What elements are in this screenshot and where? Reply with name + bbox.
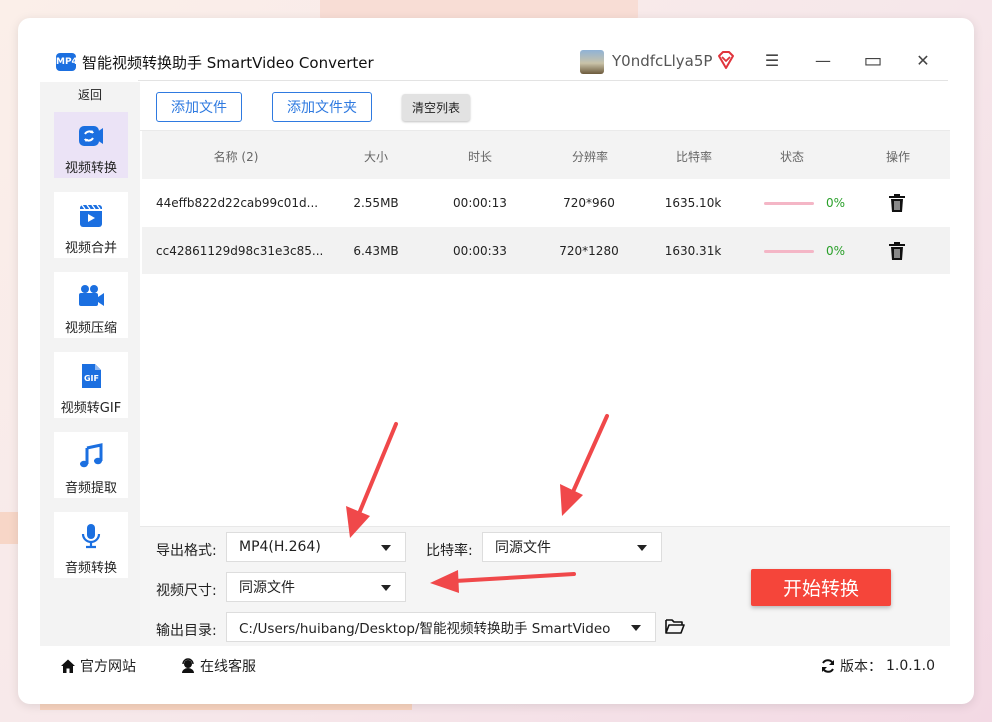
trash-icon[interactable] — [888, 241, 906, 261]
add-file-button[interactable]: 添加文件 — [156, 92, 242, 122]
format-select[interactable]: MP4(H.264) — [226, 532, 406, 562]
back-button[interactable]: 返回 — [40, 86, 140, 103]
minimize-button[interactable]: — — [811, 48, 835, 72]
sidebar: 返回 视频转换 视频合并 视频压缩 GIF 视频转GIF 音频提取 音频转换 — [40, 82, 140, 646]
title-bar: MP4 智能视频转换助手 SmartVideo Converter Y0ndfc… — [18, 18, 974, 82]
output-directory-value: C:/Users/huibang/Desktop/智能视频转换助手 SmartV… — [239, 621, 611, 637]
progress-percent: 0% — [826, 244, 846, 258]
table-row[interactable]: cc42861129d98c31e3c85... 6.43MB 00:00:33… — [142, 227, 950, 275]
sidebar-item-video-to-gif[interactable]: GIF 视频转GIF — [54, 352, 128, 418]
file-table: 名称 (2) 大小 时长 分辨率 比特率 状态 操作 44effb822d22c… — [142, 131, 950, 275]
video-compress-icon — [79, 285, 104, 306]
sidebar-item-label: 视频合并 — [64, 241, 117, 256]
file-duration: 00:00:13 — [453, 196, 507, 210]
sidebar-item-label: 音频转换 — [64, 561, 117, 576]
size-label: 视频尺寸: — [156, 583, 217, 599]
footer: 官方网站 在线客服 版本： 1.0.1.0 — [18, 648, 974, 684]
table-header: 名称 (2) 大小 时长 分辨率 比特率 状态 操作 — [142, 131, 950, 179]
app-title: 智能视频转换助手 SmartVideo Converter — [82, 54, 374, 72]
progress-bar — [764, 202, 814, 205]
format-label: 导出格式: — [156, 543, 217, 559]
file-bitrate: 1630.31k — [664, 244, 722, 258]
format-select-value: MP4(H.264) — [239, 539, 321, 555]
online-support-link[interactable]: 在线客服 — [180, 656, 256, 676]
column-header-name: 名称 (2) — [213, 150, 259, 164]
version-info[interactable]: 版本： 1.0.1.0 — [820, 656, 935, 676]
background-decoration — [40, 704, 412, 710]
chevron-down-icon — [637, 545, 647, 551]
bitrate-select[interactable]: 同源文件 — [482, 532, 662, 562]
home-icon — [61, 659, 75, 673]
microphone-icon — [81, 524, 101, 549]
official-website-link[interactable]: 官方网站 — [60, 656, 136, 676]
version-label: 版本： — [840, 659, 882, 675]
output-label: 输出目录: — [156, 623, 217, 639]
bitrate-label: 比特率: — [426, 543, 473, 559]
menu-button[interactable]: ☰ — [760, 48, 784, 72]
chevron-down-icon — [381, 545, 391, 551]
file-size: 6.43MB — [353, 244, 399, 258]
sidebar-item-audio-convert[interactable]: 音频转换 — [54, 512, 128, 578]
start-convert-button[interactable]: 开始转换 — [751, 569, 891, 606]
divider — [138, 80, 948, 81]
sidebar-item-video-convert[interactable]: 视频转换 — [54, 112, 128, 178]
file-name: 44effb822d22cab99c01d... — [156, 196, 319, 210]
vip-diamond-icon[interactable] — [716, 50, 736, 70]
file-duration: 00:00:33 — [453, 244, 507, 258]
progress-percent: 0% — [826, 196, 846, 210]
avatar[interactable] — [580, 50, 604, 74]
file-name: cc42861129d98c31e3c85... — [156, 244, 324, 258]
refresh-icon — [822, 659, 834, 673]
video-convert-icon — [79, 126, 103, 146]
video-merge-icon — [80, 204, 102, 227]
close-button[interactable]: ✕ — [911, 48, 935, 72]
column-header-duration: 时长 — [467, 150, 492, 164]
column-header-action: 操作 — [885, 150, 910, 164]
file-resolution: 720*1280 — [559, 244, 619, 258]
trash-icon[interactable] — [888, 193, 906, 213]
username[interactable]: Y0ndfcLlya5P — [612, 52, 712, 70]
support-agent-icon — [182, 658, 194, 673]
version-number: 1.0.1.0 — [886, 658, 935, 674]
bitrate-select-value: 同源文件 — [495, 540, 551, 556]
maximize-button[interactable]: ▭ — [861, 48, 885, 72]
progress-bar — [764, 250, 814, 253]
sidebar-item-video-compress[interactable]: 视频压缩 — [54, 272, 128, 338]
column-header-resolution: 分辨率 — [571, 150, 608, 164]
app-window: MP4 智能视频转换助手 SmartVideo Converter Y0ndfc… — [18, 18, 974, 704]
music-note-icon — [80, 443, 103, 468]
size-select-value: 同源文件 — [239, 580, 295, 596]
official-website-label: 官方网站 — [80, 659, 136, 675]
chevron-down-icon — [631, 625, 641, 631]
app-logo-icon: MP4 — [56, 53, 78, 71]
sidebar-item-label: 视频压缩 — [64, 321, 117, 336]
clear-list-button[interactable]: 清空列表 — [402, 94, 470, 121]
file-bitrate: 1635.10k — [664, 196, 722, 210]
output-directory-select[interactable]: C:/Users/huibang/Desktop/智能视频转换助手 SmartV… — [226, 612, 656, 642]
sidebar-item-label: 视频转换 — [64, 161, 117, 176]
folder-icon[interactable] — [665, 617, 685, 635]
add-folder-button[interactable]: 添加文件夹 — [272, 92, 372, 122]
table-row[interactable]: 44effb822d22cab99c01d... 2.55MB 00:00:13… — [142, 179, 950, 227]
sidebar-item-audio-extract[interactable]: 音频提取 — [54, 432, 128, 498]
sidebar-item-label: 视频转GIF — [60, 401, 122, 416]
gif-icon: GIF — [82, 364, 101, 388]
file-resolution: 720*960 — [563, 196, 615, 210]
file-size: 2.55MB — [353, 196, 399, 210]
column-header-status: 状态 — [779, 150, 804, 164]
sidebar-item-label: 音频提取 — [64, 481, 117, 496]
sidebar-item-video-merge[interactable]: 视频合并 — [54, 192, 128, 258]
svg-text:GIF: GIF — [84, 374, 99, 383]
size-select[interactable]: 同源文件 — [226, 572, 406, 602]
chevron-down-icon — [381, 585, 391, 591]
column-header-size: 大小 — [363, 150, 388, 164]
column-header-bitrate: 比特率 — [675, 150, 712, 164]
online-support-label: 在线客服 — [200, 659, 256, 675]
